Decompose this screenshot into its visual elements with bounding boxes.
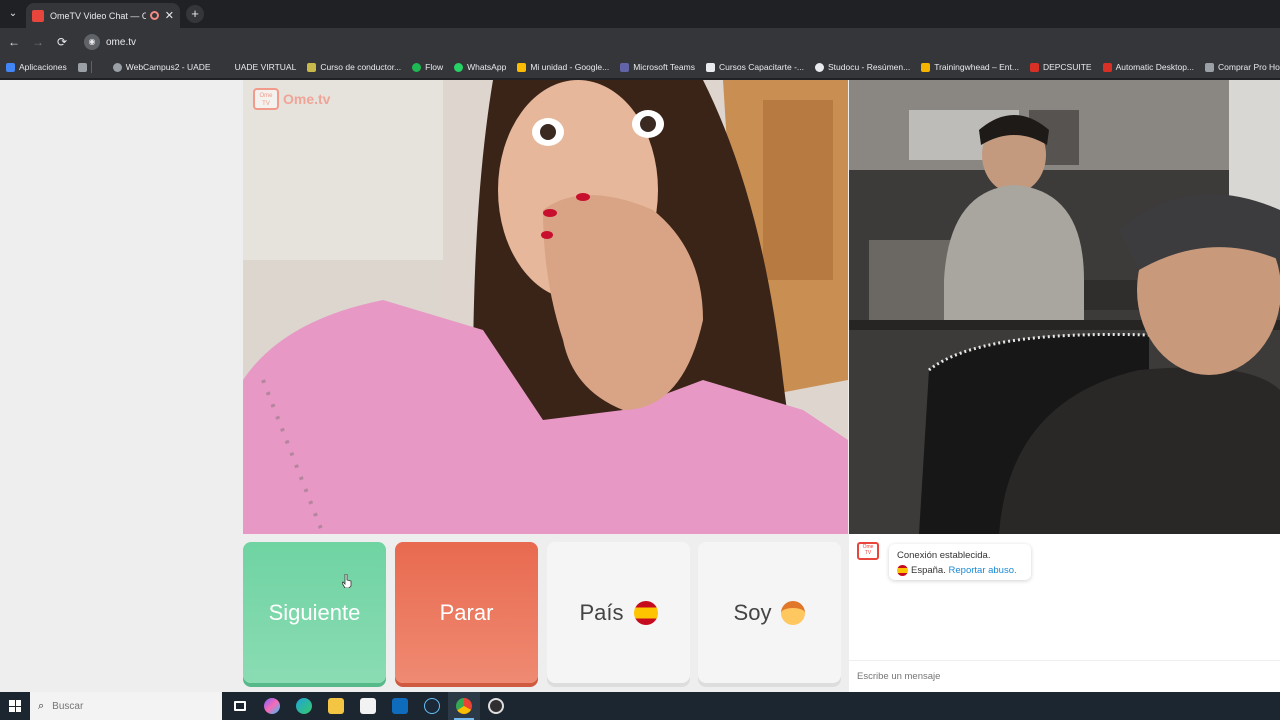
bookmark-item[interactable]: Flow	[412, 62, 443, 72]
file-explorer-glyph	[328, 698, 344, 714]
next-button-label: Siguiente	[268, 599, 361, 625]
tab-title: OmeTV Video Chat — Ome	[50, 10, 146, 21]
country-button-label: País	[579, 599, 624, 625]
task-view-icon[interactable]	[224, 692, 256, 720]
task-view-glyph	[234, 701, 246, 711]
browser-toolbar: ← → ⟳ ◉ ome.tv	[0, 28, 1280, 56]
uade-icon	[221, 62, 231, 72]
url-text[interactable]: ome.tv	[106, 37, 136, 48]
spain-flag-icon	[633, 600, 658, 625]
bookmark-item[interactable]	[77, 61, 102, 73]
partner-country-line: España. Reportar abuso.	[897, 563, 1023, 578]
store-icon	[1205, 62, 1215, 72]
microsoft-store-icon[interactable]	[352, 692, 384, 720]
recording-indicator-icon	[149, 11, 159, 20]
windows-logo-icon	[9, 700, 21, 712]
trainingwhead-icon	[921, 62, 931, 72]
whatsapp-icon	[454, 62, 464, 72]
ometv-logo-icon: Ome TV	[253, 88, 279, 110]
reading-list-icon	[77, 62, 87, 72]
bookmarks-bar: Aplicaciones WebCampus2 - UADE UADE VIRT…	[0, 56, 1280, 78]
outlook-icon[interactable]	[384, 692, 416, 720]
windows-taskbar: ⌕	[0, 692, 1280, 720]
search-icon: ⌕	[38, 699, 45, 712]
next-button[interactable]: Siguiente	[243, 542, 386, 683]
file-explorer-icon[interactable]	[320, 692, 352, 720]
stranger-video-frame	[243, 80, 848, 534]
course-icon	[307, 62, 317, 72]
bookmark-item[interactable]: WhatsApp	[454, 62, 506, 72]
ometv-page: Ome TV Ome.tv Siguiente Parar País Soy O…	[0, 80, 1280, 692]
country-filter-button[interactable]: País	[547, 542, 690, 683]
copilot-glyph	[264, 698, 280, 714]
spain-flag-small-icon	[897, 564, 908, 576]
ometv-favicon-icon	[32, 9, 44, 22]
bookmark-item[interactable]: UADE VIRTUAL	[221, 62, 296, 72]
start-button[interactable]	[0, 692, 30, 720]
studocu-icon	[814, 62, 824, 72]
edge-glyph	[296, 698, 312, 714]
obs-icon[interactable]	[480, 692, 512, 720]
self-video-frame	[849, 80, 1280, 534]
obs-glyph	[488, 698, 504, 714]
automatic-desktop-icon	[1102, 62, 1112, 72]
bookmark-item[interactable]: Comprar Pro Horm...	[1205, 62, 1280, 72]
tab-close-icon[interactable]: ✕	[165, 9, 174, 22]
bookmark-item[interactable]: Mi unidad - Google...	[517, 62, 609, 72]
teams-icon	[620, 62, 630, 72]
bookmark-item[interactable]: Aplicaciones	[6, 62, 67, 72]
ometv-logo: Ome TV Ome.tv	[253, 88, 330, 110]
bookmark-item[interactable]: Microsoft Teams	[620, 62, 695, 72]
address-bar[interactable]: ◉ ome.tv	[80, 31, 1270, 53]
system-message-bubble: Conexión establecida. España. Reportar a…	[889, 544, 1031, 580]
stop-button-label: Parar	[439, 599, 494, 625]
google-drive-icon	[517, 62, 527, 72]
taskbar-search[interactable]: ⌕	[30, 692, 222, 720]
stop-button[interactable]: Parar	[395, 542, 538, 683]
bookmark-item[interactable]: Studocu - Resúmen...	[814, 62, 910, 72]
outlook-glyph	[392, 698, 408, 714]
ometv-chat-logo-icon: Ome TV	[857, 542, 879, 560]
flow-icon	[412, 62, 422, 72]
edge-icon[interactable]	[288, 692, 320, 720]
capacitarte-icon	[705, 62, 715, 72]
forward-button[interactable]: →	[30, 34, 46, 50]
chrome-glyph	[456, 698, 472, 714]
bookmark-item[interactable]: Automatic Desktop...	[1102, 62, 1194, 72]
chat-panel: Ome TV Conexión establecida. España. Rep…	[849, 534, 1280, 692]
hand-cursor-icon	[342, 574, 352, 588]
globe-icon	[112, 62, 122, 72]
copilot-icon[interactable]	[256, 692, 288, 720]
connection-status-text: Conexión establecida.	[897, 550, 991, 561]
gender-button[interactable]: Soy	[698, 542, 841, 683]
report-abuse-link[interactable]: Reportar abuso.	[949, 565, 1017, 576]
self-video	[849, 80, 1280, 534]
apps-grid-icon	[6, 62, 15, 72]
bookmark-item[interactable]: DEPCSUITE	[1029, 62, 1092, 72]
bookmark-item[interactable]: Cursos Capacitarte -...	[705, 62, 804, 72]
browser-tab-ometv[interactable]: OmeTV Video Chat — Ome ✕	[26, 3, 180, 28]
boy-emoji-icon	[781, 600, 806, 625]
gender-button-label: Soy	[733, 599, 772, 625]
reload-button[interactable]: ⟳	[54, 34, 70, 50]
steam-glyph	[424, 698, 440, 714]
ometv-logo-text: Ome.tv	[283, 91, 331, 107]
bookmark-separator	[90, 61, 92, 73]
store-glyph	[360, 698, 376, 714]
bookmark-item[interactable]: Trainingwhead – Ent...	[921, 62, 1019, 72]
chrome-icon[interactable]	[448, 692, 480, 720]
back-button[interactable]: ←	[6, 34, 22, 50]
message-input[interactable]	[849, 660, 1280, 692]
steam-icon[interactable]	[416, 692, 448, 720]
depcsuite-icon	[1029, 62, 1039, 72]
partner-country-text: España.	[911, 565, 946, 576]
bookmark-item[interactable]: Curso de conductor...	[307, 62, 401, 72]
stranger-video: Ome TV Ome.tv	[243, 80, 848, 534]
browser-tab-strip: ⌄ OmeTV Video Chat — Ome ✕ +	[0, 0, 1280, 28]
taskbar-search-input[interactable]	[52, 700, 203, 712]
bookmark-item[interactable]: WebCampus2 - UADE	[112, 62, 211, 72]
site-info-icon[interactable]: ◉	[84, 34, 100, 50]
tab-search-chevron-icon[interactable]: ⌄	[4, 5, 22, 23]
new-tab-button[interactable]: +	[186, 5, 204, 23]
